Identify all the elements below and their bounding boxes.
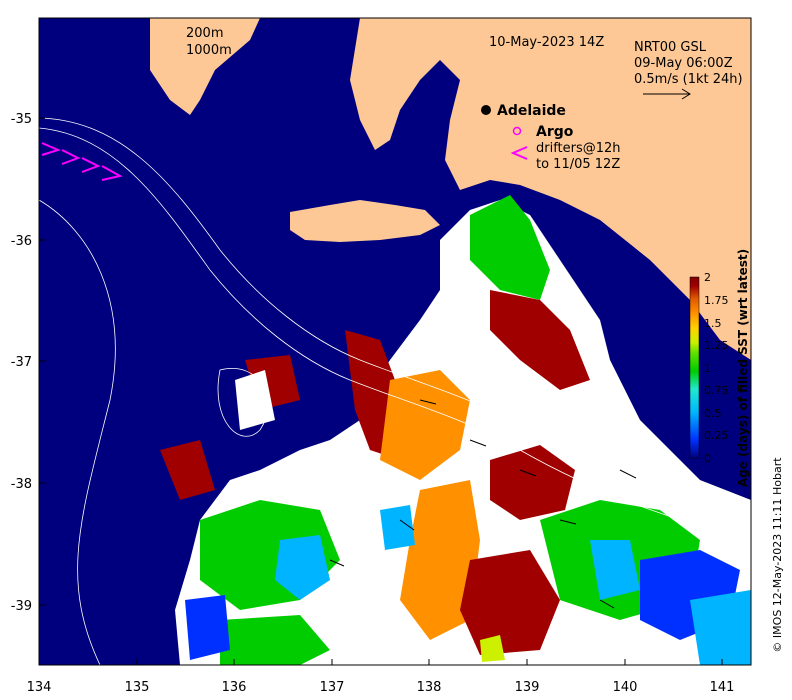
lon-tick-label: 141 (710, 680, 735, 695)
lon-tick-label: 134 (27, 680, 52, 695)
lat-tick-label: -37 (11, 355, 32, 370)
lon-tick-label: 136 (222, 680, 247, 695)
colorbar-tick-label: 2 (704, 271, 711, 284)
lat-tick-label: -35 (11, 112, 32, 127)
sst-patch-cyan-southeast (690, 590, 751, 665)
lat-tick-label: -38 (11, 477, 32, 492)
colorbar-tick-label: 0.5 (704, 407, 722, 420)
map-layers (39, 18, 751, 665)
colorbar-gradient (689, 276, 700, 459)
velocity-scale-label: 0.5m/s (1kt 24h) (634, 72, 743, 87)
lat-tick-label: -36 (11, 234, 32, 249)
lon-tick-label: 135 (125, 680, 150, 695)
sst-patch-blue-southwest (185, 595, 230, 660)
colorbar-tick-label: 0.25 (704, 429, 729, 442)
adelaide-marker (481, 105, 491, 115)
colorbar-tick-label: 0.75 (704, 384, 729, 397)
colorbar-tick-label: 1.5 (704, 317, 722, 330)
map-date-title: 10-May-2023 14Z (489, 35, 604, 50)
drifters-legend-line2: to 11/05 12Z (536, 157, 620, 172)
contour-label-1000m: 1000m (186, 43, 232, 58)
colorbar-tick-label: 1.75 (704, 294, 729, 307)
lon-tick-label: 138 (417, 680, 442, 695)
credit-text: © IMOS 12-May-2023 11:11 Hobart (771, 457, 784, 653)
contour-label-200m: 200m (186, 26, 223, 41)
colorbar-tick-label: 1.25 (704, 339, 729, 352)
colorbar-title: Age (days) of filled SST (wrt latest) (736, 249, 750, 487)
lat-tick-label: -39 (11, 599, 32, 614)
city-label: Adelaide (497, 103, 566, 119)
product-name: NRT00 GSL (634, 40, 707, 55)
argo-label: Argo (536, 124, 574, 140)
lon-tick-label: 137 (320, 680, 345, 695)
colorbar-tick-label: 0 (704, 452, 711, 465)
sst-age-map: 200m 1000m 10-May-2023 14Z NRT00 GSL 09-… (11, 17, 784, 695)
lon-tick-label: 140 (613, 680, 638, 695)
colorbar-tick-label: 1 (704, 362, 711, 375)
lon-tick-label: 139 (515, 680, 540, 695)
drifters-legend-line1: drifters@12h (536, 141, 621, 156)
product-time: 09-May 06:00Z (634, 56, 733, 71)
